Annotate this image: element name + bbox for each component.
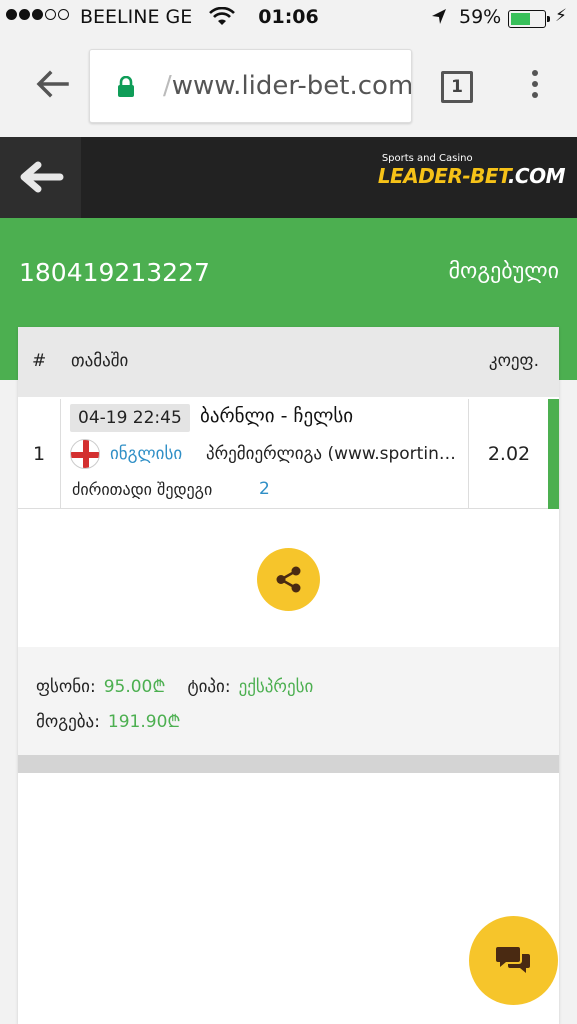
row-number: 1 — [18, 399, 61, 509]
event-datetime: 04-19 22:45 — [70, 404, 190, 432]
event-market: ძირითადი შედეგი — [72, 480, 213, 499]
type-label: ტიპი: — [187, 677, 231, 697]
status-bar-indicator — [548, 399, 559, 509]
battery-level — [511, 13, 530, 25]
url-prefix: / — [163, 71, 172, 101]
battery-percent: 59% — [459, 6, 502, 28]
screen: BEELINE GE 01:06 59% ⚡ /www.lider-bet.co… — [0, 0, 577, 1024]
ticket-status: მოგებული — [448, 259, 559, 284]
tab-switcher-button[interactable]: 1 — [441, 71, 473, 103]
address-bar[interactable]: /www.lider-bet.com — [89, 49, 412, 123]
win-value: 191.90₾ — [107, 712, 181, 732]
chat-icon — [496, 947, 530, 973]
share-icon — [276, 566, 301, 593]
event-pick: 2 — [259, 479, 270, 499]
ticket-id: 180419213227 — [19, 258, 210, 287]
table-header: # თამაში კოეფ. — [18, 327, 559, 397]
event-info: 04-19 22:45 ბარნლი - ჩელსი ინგლისი პრემი… — [61, 399, 469, 509]
logo-suffix: .COM — [507, 164, 566, 188]
summary-line-win: მოგება: 191.90₾ — [36, 709, 181, 732]
header-number: # — [32, 351, 47, 371]
battery-icon — [508, 10, 550, 28]
chat-button[interactable] — [469, 916, 558, 1005]
logo-wordmark: LEADER-BET.COM — [377, 164, 566, 188]
back-arrow-icon — [20, 161, 64, 193]
logo-tagline: Sports and Casino — [381, 153, 473, 164]
url-text: /www.lider-bet.com — [163, 71, 412, 101]
lock-icon — [118, 76, 134, 97]
stake-label: ფსონი: — [36, 677, 96, 697]
section-divider — [18, 755, 559, 773]
site-back-button[interactable] — [0, 137, 81, 218]
logo-main: LEADER-BET — [377, 164, 509, 188]
site-logo[interactable]: Sports and Casino LEADER-BET.COM — [377, 153, 566, 188]
site-header: Sports and Casino LEADER-BET.COM — [0, 137, 577, 218]
share-button[interactable] — [257, 548, 320, 611]
header-odds: კოეფ. — [488, 351, 539, 371]
event-country[interactable]: ინგლისი — [110, 444, 182, 464]
table-row[interactable]: 1 04-19 22:45 ბარნლი - ჩელსი ინგლისი პრე… — [18, 399, 559, 509]
status-bar: BEELINE GE 01:06 59% ⚡ — [0, 0, 577, 38]
event-league: პრემიერლიგა (www.sportingbet.com) — [206, 444, 461, 464]
menu-dots-icon[interactable] — [532, 70, 542, 103]
summary-line-stake: ფსონი: 95.00₾ ტიპი: ექსპრესი — [36, 674, 313, 697]
header-game: თამაში — [71, 351, 129, 371]
bet-card: # თამაში კოეფ. 1 04-19 22:45 ბარნლი - ჩე… — [18, 327, 559, 1024]
browser-back-icon[interactable] — [33, 65, 71, 103]
url-host: www.lider-bet.com — [171, 71, 412, 101]
type-value: ექსპრესი — [238, 677, 314, 697]
bet-summary: ფსონი: 95.00₾ ტიპი: ექსპრესი მოგება: 191.90₾ — [18, 647, 559, 755]
event-match: ბარნლი - ჩელსი — [200, 405, 354, 427]
charging-bolt-icon: ⚡ — [555, 6, 567, 26]
stake-value: 95.00₾ — [103, 677, 166, 697]
location-arrow-icon — [432, 9, 446, 24]
win-label: მოგება: — [36, 712, 100, 732]
flag-england-icon — [70, 439, 100, 469]
browser-toolbar: /www.lider-bet.com 1 — [0, 38, 577, 137]
event-odds: 2.02 — [487, 443, 531, 465]
